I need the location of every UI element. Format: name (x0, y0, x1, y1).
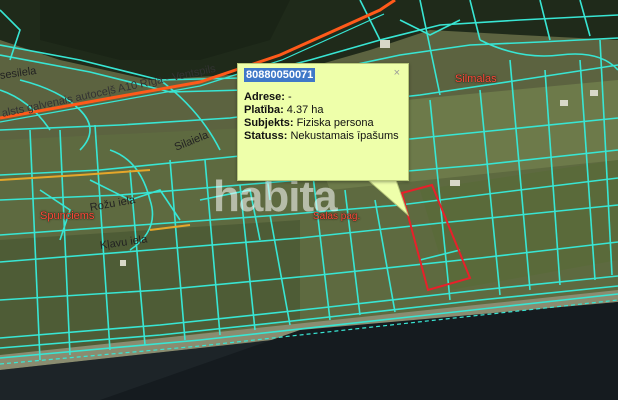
popup-details: Adrese: - Platība: 4.37 ha Subjekts: Fiz… (244, 91, 402, 143)
place-label-silmalas: Silmalas (455, 73, 497, 85)
parcel-id[interactable]: 80880050071 (244, 68, 316, 82)
popup-row-subject: Subjekts: Fiziska persona (244, 117, 374, 129)
popup-row-status: Statuss: Nekustamais īpašums (244, 130, 399, 142)
popup-row-area: Platība: 4.37 ha (244, 104, 324, 116)
place-label-spunciems: Spunciems (40, 210, 95, 222)
popup-row-address: Adrese: - (244, 91, 292, 103)
parcel-info-popup: 80880050071 × Adrese: - Platība: 4.37 ha… (237, 63, 409, 181)
cadastral-map[interactable]: sesilela alsts galvenais autoceļš A10 Rī… (0, 0, 618, 400)
close-icon[interactable]: × (394, 67, 400, 79)
